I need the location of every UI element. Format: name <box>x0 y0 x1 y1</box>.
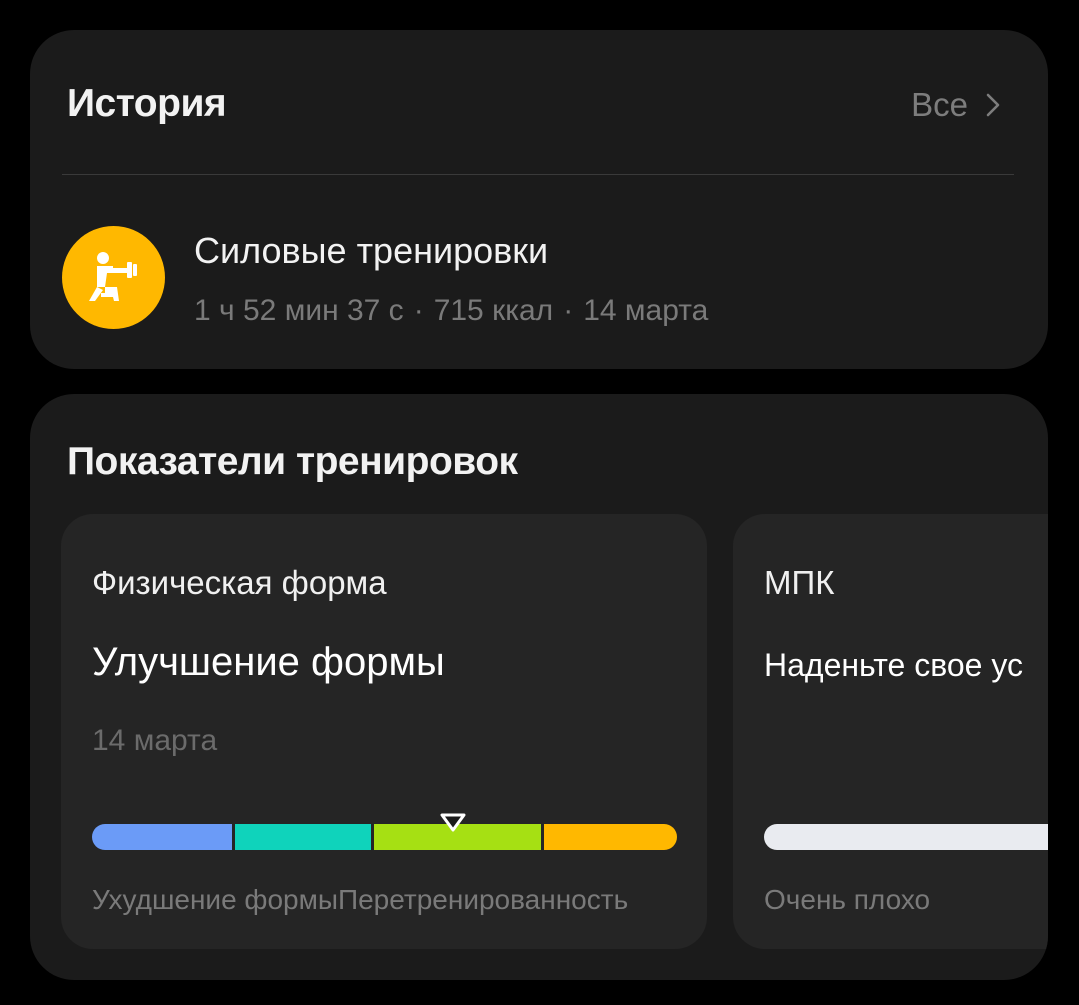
separator: · <box>413 294 424 327</box>
workout-name: Силовые тренировки <box>194 230 549 271</box>
vo2max-tile[interactable]: МПК Наденьте свое ус Очень плохо <box>733 514 1048 949</box>
metrics-title: Показатели тренировок <box>67 440 518 483</box>
divider <box>62 174 1014 175</box>
training-metrics-card: Показатели тренировок Физическая форма У… <box>30 394 1048 980</box>
fitness-scale-segment <box>92 824 232 850</box>
fitness-title: Физическая форма <box>92 564 387 601</box>
separator: · <box>563 294 574 327</box>
vo2max-status: Наденьте свое ус <box>764 647 1023 683</box>
see-all-button[interactable]: Все <box>911 86 1000 124</box>
workout-duration: 1 ч 52 мин 37 с <box>194 294 404 327</box>
workout-list-item[interactable]: Силовые тренировки 1 ч 52 мин 37 с · 715 к… <box>62 226 1014 330</box>
fitness-scale-segment <box>541 824 677 850</box>
vo2max-scale-bar <box>764 824 1048 850</box>
chevron-right-icon <box>986 93 1000 117</box>
fitness-scale-segment <box>232 824 371 850</box>
workout-date: 14 марта <box>583 294 709 327</box>
history-title: История <box>67 82 227 125</box>
fitness-status: Улучшение формы <box>92 640 445 684</box>
workout-meta: 1 ч 52 мин 37 с · 715 ккал · 14 марта <box>194 294 708 328</box>
fitness-scale-labels: Ухудшение формыПеретренированность <box>92 884 629 915</box>
fitness-scale-bar <box>92 824 677 850</box>
vo2max-title: МПК <box>764 564 835 601</box>
fitness-date: 14 марта <box>92 724 218 757</box>
history-card: История Все Силовые тренировки 1 ч 52 ми… <box>30 30 1048 369</box>
vo2max-scale-label: Очень плохо <box>764 884 931 915</box>
strength-training-icon <box>62 226 165 329</box>
see-all-label: Все <box>911 86 968 123</box>
workout-calories: 715 ккал <box>433 294 554 327</box>
fitness-tile[interactable]: Физическая форма Улучшение формы 14 март… <box>61 514 707 949</box>
